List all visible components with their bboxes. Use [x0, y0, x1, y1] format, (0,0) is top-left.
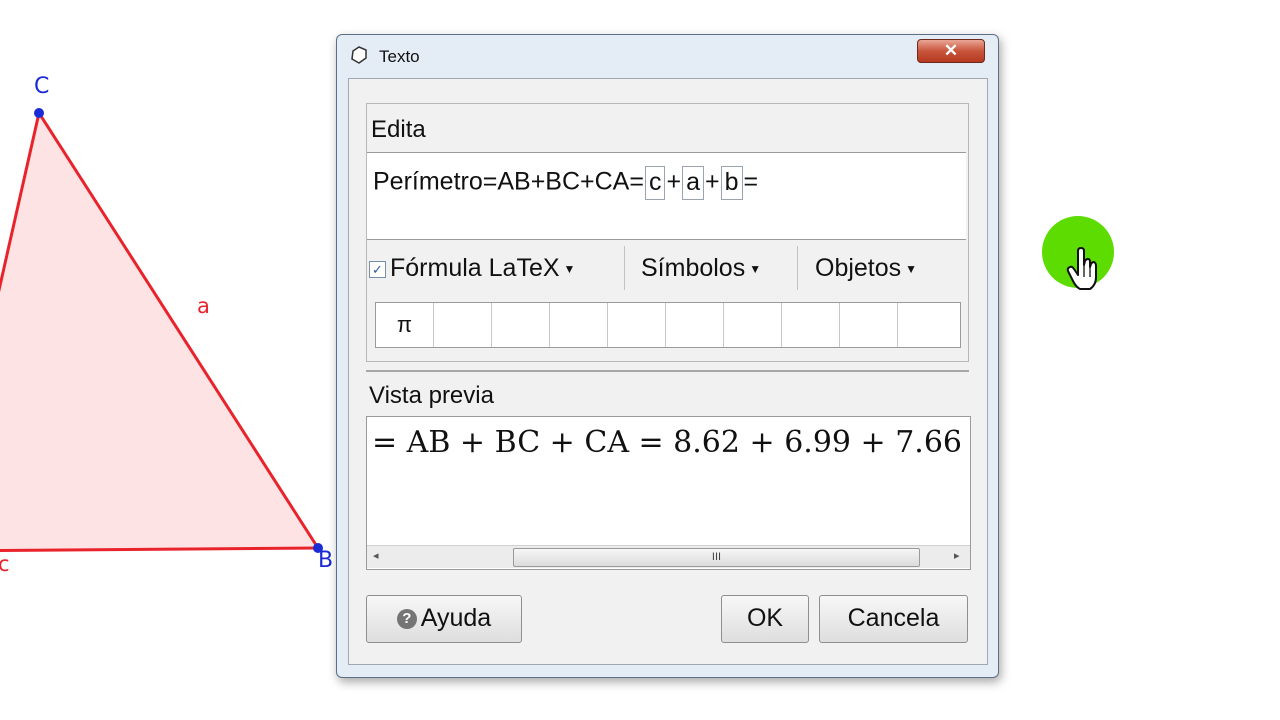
point-c[interactable] — [34, 108, 44, 118]
symbols-label: Símbolos — [641, 254, 746, 282]
chevron-down-icon: ▼ — [563, 262, 576, 277]
help-icon: ? — [396, 609, 417, 630]
latex-formula-toggle[interactable]: ✓ Fórmula LaTeX ▼ — [369, 254, 575, 283]
close-button[interactable]: ✕ — [917, 39, 985, 63]
help-button-label: Ayuda — [420, 604, 492, 632]
chevron-down-icon: ▼ — [749, 262, 762, 277]
symbol-button[interactable] — [434, 303, 492, 347]
symbol-button[interactable] — [782, 303, 840, 347]
cancel-button-label: Cancela — [847, 604, 940, 632]
edit-panel-title: Edita — [371, 116, 426, 143]
symbol-button[interactable] — [666, 303, 724, 347]
symbol-button[interactable] — [840, 303, 898, 347]
preview-scrollbar[interactable]: ◂ III ▸ — [367, 545, 970, 568]
edit-panel: Edita Perímetro=AB+BC+CA= c + a + b = ✓ Fórmula… — [366, 103, 969, 362]
dialog-title: Texto — [379, 47, 420, 66]
edit-plus: + — [704, 167, 720, 196]
chevron-down-icon: ▼ — [905, 262, 918, 277]
cancel-button[interactable]: Cancela — [819, 595, 968, 643]
edit-toolbar: ✓ Fórmula LaTeX ▼ Símbolos ▼ Objetos ▼ — [367, 246, 966, 294]
object-box-b[interactable]: b — [720, 166, 743, 200]
section-divider — [366, 370, 969, 372]
hand-cursor-icon — [1066, 247, 1097, 290]
text-edit-field[interactable]: Perímetro=AB+BC+CA= c + a + b = — [367, 152, 966, 240]
latex-checkbox[interactable]: ✓ — [369, 260, 386, 278]
preview-title: Vista previa — [369, 382, 494, 409]
edit-text-content: Perímetro=AB+BC+CA= c + a + b = — [373, 166, 758, 200]
symbol-button[interactable] — [550, 303, 608, 347]
point-b-label: B — [318, 548, 334, 573]
objects-menu[interactable]: Objetos ▼ — [815, 254, 917, 283]
edit-text-suffix: = — [743, 167, 759, 196]
segment-c-label: c — [0, 552, 10, 576]
segment-a-label: a — [197, 294, 210, 318]
symbol-button[interactable] — [608, 303, 666, 347]
scrollbar-thumb[interactable]: III — [513, 548, 920, 567]
text-tool-icon — [351, 46, 367, 64]
ok-button-label: OK — [746, 604, 784, 632]
texto-dialog: Texto ✕ Edita Perímetro=AB+BC+CA= c + a + b = … — [336, 34, 999, 678]
symbol-palette: π — [375, 302, 961, 348]
edit-plus: + — [666, 167, 682, 196]
preview-panel: = AB + BC + CA = 8.62 + 6.99 + 7.66 = ◂ … — [366, 416, 971, 570]
dialog-body: Edita Perímetro=AB+BC+CA= c + a + b = ✓ Fórmula… — [348, 78, 988, 665]
help-button[interactable]: ? Ayuda — [366, 595, 522, 643]
symbol-button[interactable] — [724, 303, 782, 347]
toolbar-divider — [797, 246, 798, 290]
symbols-menu[interactable]: Símbolos ▼ — [641, 254, 761, 283]
latex-label: Fórmula LaTeX — [390, 254, 560, 282]
scroll-left-arrow-icon[interactable]: ◂ — [373, 549, 379, 562]
symbol-button[interactable] — [898, 303, 955, 347]
preview-formula: = AB + BC + CA = 8.62 + 6.99 + 7.66 = — [372, 425, 971, 460]
ok-button[interactable]: OK — [721, 595, 809, 643]
object-box-a[interactable]: a — [682, 166, 704, 200]
title-bar[interactable]: Texto ✕ — [337, 35, 998, 79]
scroll-right-arrow-icon[interactable]: ▸ — [954, 549, 960, 562]
toolbar-divider — [624, 246, 625, 290]
close-icon: ✕ — [943, 41, 959, 60]
edit-text-prefix: Perímetro=AB+BC+CA= — [373, 167, 644, 196]
triangle-fill — [0, 113, 318, 551]
point-c-label: C — [34, 74, 50, 99]
object-box-c[interactable]: c — [644, 166, 666, 200]
symbol-pi-button[interactable]: π — [376, 303, 434, 347]
symbol-button[interactable] — [492, 303, 550, 347]
objects-label: Objetos — [815, 254, 902, 282]
